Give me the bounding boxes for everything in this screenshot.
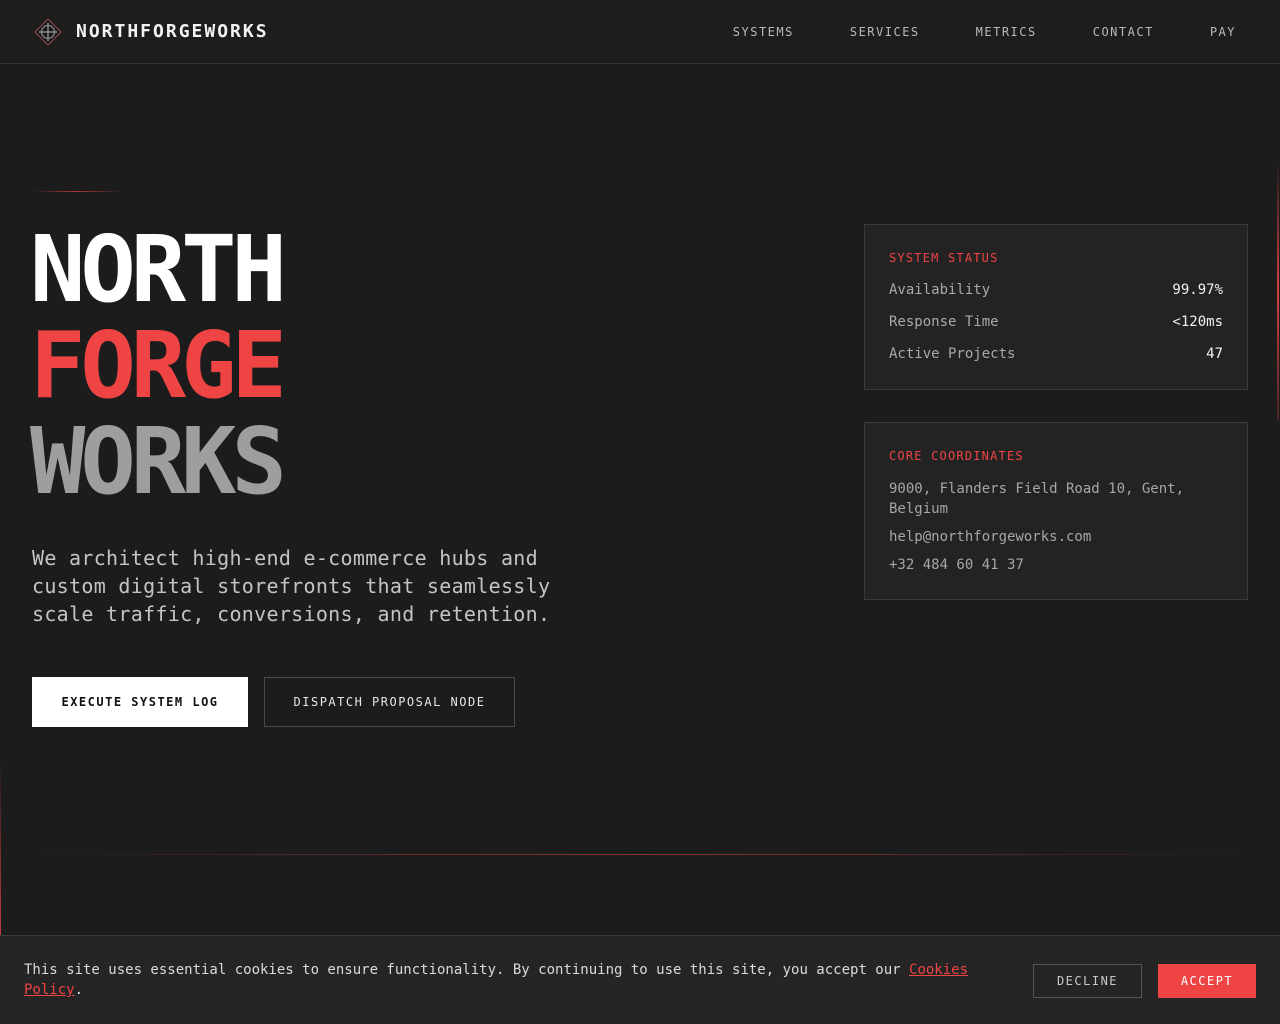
section-divider — [32, 854, 1248, 855]
execute-system-log-button[interactable]: EXECUTE SYSTEM LOG — [32, 677, 248, 727]
accent-line-left — [0, 760, 1, 936]
compass-crosshair-icon[interactable] — [34, 18, 62, 46]
dispatch-proposal-node-button[interactable]: DISPATCH PROPOSAL NODE — [264, 677, 515, 727]
accent-line-right — [1277, 160, 1279, 420]
email-link[interactable]: help@northforgeworks.com — [889, 527, 1223, 547]
system-status-card: SYSTEM STATUS Availability 99.97% Respon… — [864, 224, 1248, 390]
decline-cookies-button[interactable]: DECLINE — [1033, 964, 1142, 998]
card-label: CORE COORDINATES — [889, 449, 1024, 463]
nav-link-systems[interactable]: SYSTEMS — [733, 22, 794, 42]
stat-name: Response Time — [889, 314, 999, 330]
hero-title-north: NORTH — [30, 216, 287, 323]
stat-row-active-projects: Active Projects 47 — [889, 345, 1223, 363]
card-label: SYSTEM STATUS — [889, 251, 999, 265]
top-navigation-bar: NORTHFORGEWORKS SYSTEMS SERVICES METRICS… — [0, 0, 1280, 64]
stat-value: 47 — [1206, 346, 1223, 362]
stat-value: <120ms — [1172, 314, 1223, 330]
nav-link-services[interactable]: SERVICES — [850, 22, 920, 42]
main-nav: SYSTEMS SERVICES METRICS CONTACT PAY — [677, 22, 1236, 42]
cookie-message-suffix: . — [74, 982, 84, 998]
nav-link-pay[interactable]: PAY — [1210, 22, 1236, 42]
accent-line-top — [32, 191, 122, 192]
phone-link[interactable]: +32 484 60 41 37 — [889, 555, 1223, 575]
stat-value: 99.97% — [1172, 282, 1223, 298]
core-coordinates-card: CORE COORDINATES 9000, Flanders Field Ro… — [864, 422, 1248, 600]
hero-title-works: WORKS — [30, 408, 287, 515]
stat-row-availability: Availability 99.97% — [889, 281, 1223, 299]
hero-title: NORTH FORGE WORKS — [30, 216, 287, 515]
hero-title-forge: FORGE — [30, 312, 287, 419]
cookie-consent-bar: This site uses essential cookies to ensu… — [0, 935, 1280, 1024]
brand-name[interactable]: NORTHFORGEWORKS — [76, 20, 269, 44]
hero-tagline: We architect high-end e-commerce hubs an… — [32, 546, 551, 626]
stat-row-response-time: Response Time <120ms — [889, 313, 1223, 331]
nav-link-metrics[interactable]: METRICS — [976, 22, 1037, 42]
nav-link-contact[interactable]: CONTACT — [1093, 22, 1154, 42]
cookie-message-text: This site uses essential cookies to ensu… — [24, 962, 910, 978]
stat-name: Availability — [889, 282, 991, 298]
cookie-message: This site uses essential cookies to ensu… — [24, 960, 984, 1000]
address-text: 9000, Flanders Field Road 10, Gent, Belg… — [889, 481, 1185, 517]
stat-name: Active Projects — [889, 346, 1016, 362]
accept-cookies-button[interactable]: ACCEPT — [1158, 964, 1256, 998]
